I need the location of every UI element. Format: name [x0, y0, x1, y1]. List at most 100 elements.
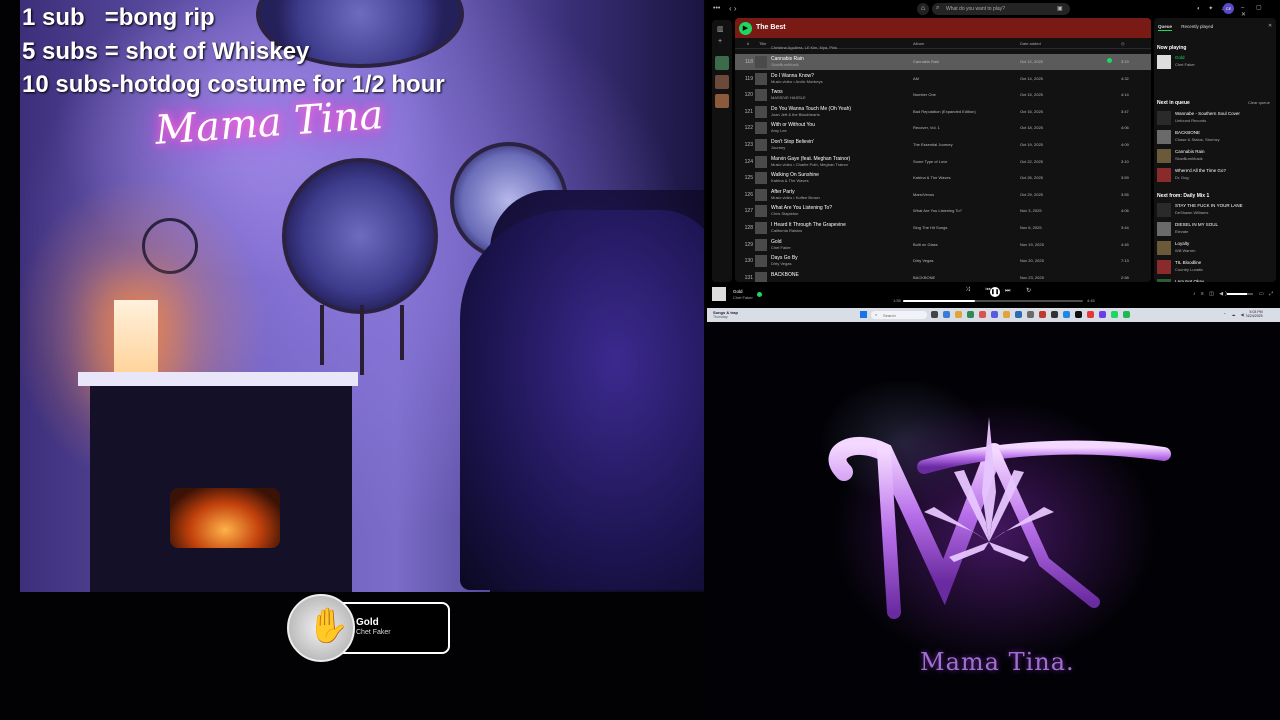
- library-tile[interactable]: [715, 75, 729, 89]
- taskbar-clock[interactable]: 5:03 PM 4/24/2025: [1247, 310, 1263, 318]
- table-row[interactable]: 129 Gold Chet Faker Built on Glass Nov 19, 2…: [735, 237, 1151, 253]
- track-album[interactable]: Some Type of Love: [913, 159, 947, 164]
- track-album[interactable]: BACKBONE: [913, 275, 935, 280]
- col-date[interactable]: Date added: [1020, 41, 1041, 46]
- track-album[interactable]: Mars/Venus: [913, 192, 934, 197]
- clear-queue-button[interactable]: Clear queue: [1248, 100, 1270, 105]
- table-row[interactable]: 131 BACKBONE BACKBONE Nov 23, 2025 2:58: [735, 270, 1151, 282]
- track-artist[interactable]: Joan Jett & the Blackhearts: [771, 112, 820, 117]
- track-album[interactable]: Number One: [913, 92, 936, 97]
- queue-item[interactable]: BACKBONE Chase & Status, Stormzy: [1157, 129, 1273, 145]
- queue-item[interactable]: Loyalty Will Warren: [1157, 240, 1273, 256]
- track-album[interactable]: AM: [913, 76, 919, 81]
- player-track[interactable]: Gold: [733, 289, 743, 294]
- track-artist[interactable]: Music video • Koffee Brown: [771, 195, 820, 200]
- track-artist[interactable]: California Raisins: [771, 228, 802, 233]
- library-tile[interactable]: [715, 56, 729, 70]
- taskbar-app-icon[interactable]: [943, 311, 950, 318]
- tab-recently-played[interactable]: Recently played: [1181, 24, 1213, 29]
- table-row[interactable]: 123 Don't Stop Believin' Journey The Essent…: [735, 137, 1151, 153]
- taskbar-app-icon[interactable]: [979, 311, 986, 318]
- table-row[interactable]: 125 Walking On Sunshine Katrina & The Wave…: [735, 170, 1151, 186]
- clock-icon[interactable]: ◷: [1121, 41, 1125, 46]
- col-album[interactable]: Album: [913, 41, 924, 46]
- saved-check-icon[interactable]: [757, 292, 762, 297]
- table-row[interactable]: 124 Marvin Gaye (feat. Meghan Trainor) Mus…: [735, 154, 1151, 170]
- fullscreen-icons[interactable]: ▭ ⤢: [1259, 291, 1275, 297]
- col-title[interactable]: Title: [759, 41, 766, 46]
- back-arrow-icon[interactable]: ‹ ›: [729, 4, 737, 13]
- table-row[interactable]: 127 What Are You Listening To? Chris Stapl…: [735, 203, 1151, 219]
- queue-item[interactable]: Wannabe - Southern Soul Cover Unfound Rec…: [1157, 110, 1273, 126]
- track-album[interactable]: Dirty Vegas: [913, 258, 933, 263]
- next-repeat-controls[interactable]: ⏭ ↻: [1005, 287, 1038, 295]
- close-icon[interactable]: ✕: [1268, 23, 1272, 29]
- taskbar-app-icon[interactable]: [1087, 311, 1094, 318]
- track-artist[interactable]: Music video • Charlie Puth, Meghan Train…: [771, 162, 848, 167]
- track-artist[interactable]: Dirty Vegas: [771, 261, 791, 266]
- progress-bar[interactable]: [903, 300, 1083, 302]
- track-album[interactable]: Sing The Hit Songs: [913, 225, 947, 230]
- taskbar-app-icon[interactable]: [991, 311, 998, 318]
- track-artist[interactable]: Chris Stapleton: [771, 211, 798, 216]
- taskbar-app-icon[interactable]: [1123, 311, 1130, 318]
- table-row[interactable]: 126 After Party Music video • Koffee Brown…: [735, 187, 1151, 203]
- track-artist[interactable]: Katrina & The Waves: [771, 178, 809, 183]
- library-icon[interactable]: ▥: [717, 25, 724, 33]
- table-row[interactable]: 119 Do I Wanna Know? Music video • Arctic …: [735, 71, 1151, 87]
- track-album[interactable]: Bad Reputation (Expanded Edition): [913, 109, 976, 114]
- system-tray-icons[interactable]: ⌃ ☁ ◀): [1223, 312, 1249, 317]
- taskbar-app-icon[interactable]: [955, 311, 962, 318]
- tab-queue[interactable]: Queue: [1158, 24, 1173, 31]
- taskbar-app-icon[interactable]: [1003, 311, 1010, 318]
- player-artist[interactable]: Chet Faker: [733, 295, 753, 300]
- start-icon[interactable]: [860, 311, 867, 318]
- home-icon[interactable]: ⌂: [917, 3, 929, 15]
- taskbar-app-icon[interactable]: [1039, 311, 1046, 318]
- taskbar-widget[interactable]: Songs & trap Thursday: [713, 310, 738, 319]
- play-button[interactable]: ▶: [739, 22, 752, 35]
- track-title[interactable]: BACKBONE: [771, 272, 799, 278]
- browse-icon[interactable]: ▣: [1057, 5, 1063, 12]
- player-extra-icons[interactable]: ♪ ≡ ◫ ◀): [1193, 291, 1229, 297]
- taskbar-app-icon[interactable]: [967, 311, 974, 318]
- track-artist[interactable]: Music video • Arctic Monkeys: [771, 79, 823, 84]
- col-num[interactable]: #: [747, 41, 749, 46]
- queue-item[interactable]: Cannabis Rain SlowBurnMusik: [1157, 148, 1273, 164]
- window-controls[interactable]: – ▢ ✕: [1241, 4, 1280, 18]
- track-artist[interactable]: MASSIVE HASSLE: [771, 95, 806, 100]
- queue-item[interactable]: I Am Not OkayJelly Roll: [1157, 278, 1273, 282]
- pause-button[interactable]: ❚❚: [990, 287, 1000, 297]
- menu-dots-icon[interactable]: •••: [713, 5, 720, 12]
- saved-check-icon[interactable]: [1107, 58, 1112, 63]
- create-icon[interactable]: +: [718, 38, 722, 45]
- taskbar-app-icon[interactable]: [1063, 311, 1070, 318]
- search-input[interactable]: ⌕ What do you want to play?: [932, 3, 1070, 15]
- table-row[interactable]: 130 Days Go By Dirty Vegas Dirty Vegas Nov 2…: [735, 253, 1151, 269]
- queue-item[interactable]: STAY THE FUCK IN YOUR LANE DeShawn Willia…: [1157, 202, 1273, 218]
- queue-now-playing[interactable]: Gold Chet Faker: [1157, 54, 1273, 70]
- table-row[interactable]: 122 With or Without You Amy Lee Recover, Vo…: [735, 120, 1151, 136]
- taskbar-search[interactable]: ⌕ Search: [871, 311, 927, 319]
- queue-item[interactable]: Where'd All the Time Go? Dr. Dog: [1157, 167, 1273, 183]
- track-artist[interactable]: Amy Lee: [771, 128, 787, 133]
- taskbar-app-icon[interactable]: [1015, 311, 1022, 318]
- track-artist[interactable]: Journey: [771, 145, 785, 150]
- taskbar-app-icon[interactable]: [1075, 311, 1082, 318]
- table-row[interactable]: 120 Twos MASSIVE HASSLE Number One Oct 15, 2…: [735, 87, 1151, 103]
- queue-item[interactable]: DIESEL IN MY SOUL Elevate: [1157, 221, 1273, 237]
- track-artist[interactable]: Chet Faker: [771, 245, 791, 250]
- table-row[interactable]: 121 Do You Wanna Touch Me (Oh Yeah) Joan J…: [735, 104, 1151, 120]
- library-tile[interactable]: [715, 94, 729, 108]
- track-album[interactable]: What Are You Listening To?: [913, 208, 962, 213]
- avatar[interactable]: CE: [1223, 3, 1234, 14]
- table-row[interactable]: 118 Cannabis Rain SlowBurnMusik Cannabis Ra…: [735, 54, 1151, 70]
- queue-item[interactable]: TIL Bloodline Country Lunatic: [1157, 259, 1273, 275]
- track-artist[interactable]: SlowBurnMusik: [771, 62, 799, 67]
- taskbar-app-icon[interactable]: [1027, 311, 1034, 318]
- taskbar-app-icon[interactable]: [1099, 311, 1106, 318]
- taskbar-app-icon[interactable]: [1051, 311, 1058, 318]
- track-album[interactable]: Cannabis Rain: [913, 59, 939, 64]
- track-album[interactable]: Katrina & The Waves: [913, 175, 951, 180]
- track-album[interactable]: The Essential Journey: [913, 142, 953, 147]
